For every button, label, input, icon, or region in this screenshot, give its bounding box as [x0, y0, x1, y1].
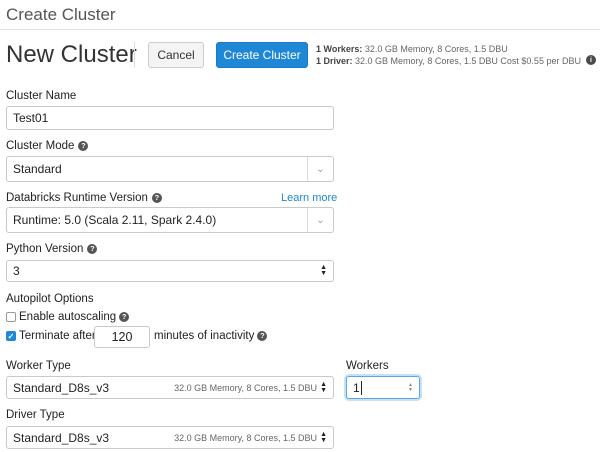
dbu-info-icon[interactable]: i	[586, 55, 596, 65]
worker-type-value: Standard_D8s_v3	[13, 380, 110, 395]
arrow-down-icon[interactable]: ▼	[408, 387, 413, 393]
cluster-mode-value: Standard	[13, 162, 62, 176]
header-divider	[0, 29, 600, 30]
driver-summary: 1 Driver: 32.0 GB Memory, 8 Cores, 1.5 D…	[316, 56, 581, 66]
runtime-help-icon[interactable]: ?	[151, 193, 162, 203]
create-cluster-button[interactable]: Create Cluster	[216, 42, 308, 68]
cluster-name-input[interactable]: Test01	[6, 106, 334, 130]
chevron-down-icon[interactable]: ⌄	[307, 208, 333, 232]
cancel-button[interactable]: Cancel	[148, 42, 204, 68]
driver-type-label-text: Driver Type	[6, 409, 65, 421]
autopilot-label-text: Autopilot Options	[6, 293, 94, 305]
arrow-down-icon: ▼	[320, 270, 327, 277]
autoscaling-help-icon[interactable]: ?	[119, 312, 130, 322]
cluster-mode-label: Cluster Mode ?	[6, 140, 89, 152]
arrow-down-icon: ▼	[320, 436, 327, 444]
runtime-label-text: Databricks Runtime Version	[6, 192, 148, 204]
cluster-mode-help-icon[interactable]: ?	[78, 141, 89, 151]
autoscaling-checkbox[interactable]	[6, 312, 16, 322]
cluster-mode-select[interactable]: Standard ⌄	[6, 156, 334, 182]
runtime-label: Databricks Runtime Version ?	[6, 192, 162, 204]
workers-summary: 1 Workers: 32.0 GB Memory, 8 Cores, 1.5 …	[316, 44, 508, 54]
terminate-label[interactable]: Terminate after	[19, 330, 96, 342]
autopilot-label: Autopilot Options	[6, 293, 94, 305]
worker-type-select[interactable]: Standard_D8s_v3 32.0 GB Memory, 8 Cores,…	[6, 376, 334, 399]
cluster-name-label: Cluster Name	[6, 90, 76, 102]
worker-type-label: Worker Type	[6, 360, 71, 372]
autoscaling-option[interactable]: Enable autoscaling ?	[6, 311, 130, 323]
title-divider	[134, 42, 135, 68]
window-title: Create Cluster	[6, 5, 116, 24]
driver-type-meta: 32.0 GB Memory, 8 Cores, 1.5 DBU	[174, 432, 317, 443]
python-version-label-text: Python Version	[6, 243, 84, 255]
workers-label-text: Workers	[346, 360, 389, 372]
terminate-checkbox[interactable]: ✓	[6, 331, 16, 341]
driver-type-label: Driver Type	[6, 409, 65, 421]
terminate-minutes-input[interactable]: 120	[94, 326, 150, 348]
cluster-mode-label-text: Cluster Mode	[6, 140, 75, 152]
select-arrows-icon: ▲ ▼	[320, 264, 327, 277]
worker-type-meta: 32.0 GB Memory, 8 Cores, 1.5 DBU	[174, 382, 317, 393]
learn-more-link[interactable]: Learn more	[281, 192, 337, 204]
arrow-down-icon: ▼	[320, 386, 327, 394]
runtime-value: Runtime: 5.0 (Scala 2.11, Spark 2.4.0)	[13, 213, 217, 227]
chevron-down-icon[interactable]: ⌄	[307, 157, 333, 181]
terminate-option: ✓ Terminate after	[6, 330, 96, 342]
driver-summary-text: 32.0 GB Memory, 8 Cores, 1.5 DBU Cost $0…	[352, 56, 581, 66]
inactivity-help-icon[interactable]: ?	[257, 331, 268, 341]
workers-summary-text: 32.0 GB Memory, 8 Cores, 1.5 DBU	[362, 44, 508, 54]
driver-type-select[interactable]: Standard_D8s_v3 32.0 GB Memory, 8 Cores,…	[6, 426, 334, 449]
python-version-select[interactable]: 3 ▲ ▼	[6, 260, 334, 282]
workers-value[interactable]: 1	[353, 381, 360, 395]
python-version-value: 3	[13, 264, 20, 278]
workers-summary-label: 1 Workers:	[316, 44, 363, 54]
runtime-select[interactable]: Runtime: 5.0 (Scala 2.11, Spark 2.4.0) ⌄	[6, 207, 334, 233]
python-version-label: Python Version ?	[6, 243, 98, 255]
select-arrows-icon: ▲ ▼	[320, 381, 327, 394]
python-version-help-icon[interactable]: ?	[87, 244, 98, 254]
workers-stepper[interactable]: 1 ▲ ▼	[346, 376, 420, 399]
stepper-arrows-icon[interactable]: ▲ ▼	[408, 382, 413, 393]
page-title: New Cluster	[6, 41, 137, 68]
worker-type-label-text: Worker Type	[6, 360, 71, 372]
select-arrows-icon: ▲ ▼	[320, 431, 327, 444]
inactivity-label: minutes of inactivity	[154, 330, 255, 342]
workers-label: Workers	[346, 360, 389, 372]
cluster-name-label-text: Cluster Name	[6, 90, 77, 102]
autoscaling-label[interactable]: Enable autoscaling	[19, 311, 116, 323]
text-cursor	[360, 380, 362, 395]
inactivity-text: minutes of inactivity ?	[154, 330, 268, 342]
driver-summary-label: 1 Driver:	[316, 56, 353, 66]
driver-type-value: Standard_D8s_v3	[13, 430, 110, 445]
